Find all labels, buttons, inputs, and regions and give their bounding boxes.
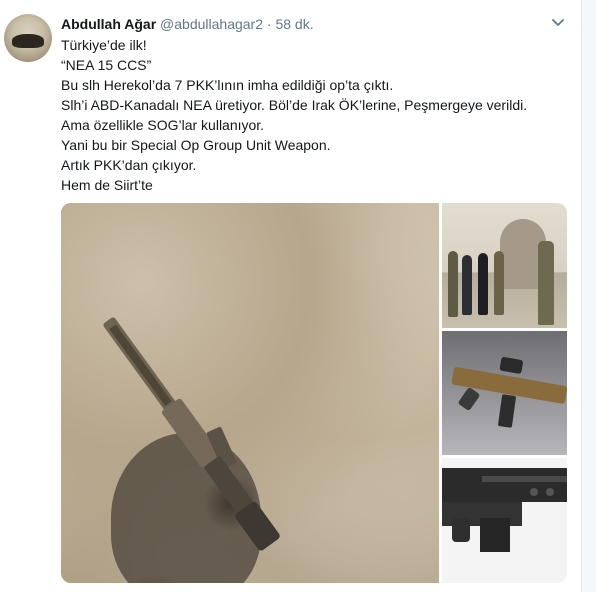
avatar-image: [12, 34, 44, 48]
display-name[interactable]: Abdullah Ağar: [61, 16, 156, 32]
photo-rifle-on-rocks[interactable]: [61, 203, 439, 583]
media-grid: [61, 203, 567, 583]
photo-person: [448, 251, 458, 317]
photo-person: [462, 255, 472, 315]
rifle-closeup-shape: [451, 357, 567, 428]
tweet-header: Abdullah Ağar @abdullahagar2 · 58 dk.: [61, 16, 314, 32]
tweet-timestamp[interactable]: 58 dk.: [275, 16, 313, 32]
tweet-line: Ama özellikle SOG’lar kullanıyor.: [61, 117, 265, 133]
tweet-line: Hem de Siirt’te: [61, 177, 153, 193]
user-handle[interactable]: @abdullahagar2: [160, 16, 263, 32]
tweet-line: Artık PKK’dan çıkıyor.: [61, 157, 197, 173]
photo-person: [538, 241, 554, 325]
tweet-line: “NEA 15 CCS”: [61, 57, 152, 73]
separator-dot: ·: [266, 16, 272, 32]
avatar[interactable]: [4, 14, 52, 62]
photo-rifle-receiver[interactable]: [442, 458, 567, 583]
tweet-text: Türkiye’de ilk! “NEA 15 CCS” Bu slh Here…: [61, 35, 571, 195]
tweet-line: Slh’i ABD-Kanadalı NEA üretiyor. Böl’de …: [61, 97, 528, 113]
rifle-receiver-shape: [442, 468, 567, 552]
photo-person: [494, 251, 504, 315]
tweet-line: Bu slh Herekol’da 7 PKK’lının imha edild…: [61, 77, 394, 93]
tweet-line: Türkiye’de ilk!: [61, 37, 147, 53]
photo-soldiers-group[interactable]: [442, 203, 567, 328]
photo-person: [478, 253, 488, 315]
chevron-down-icon[interactable]: [550, 16, 566, 30]
tweet-line: Yani bu bir Special Op Group Unit Weapon…: [61, 137, 331, 153]
page-scroll-edge: [581, 0, 596, 592]
photo-rifle-closeup[interactable]: [442, 331, 567, 455]
tweet-card[interactable]: Abdullah Ağar @abdullahagar2 · 58 dk. Tü…: [0, 0, 582, 592]
